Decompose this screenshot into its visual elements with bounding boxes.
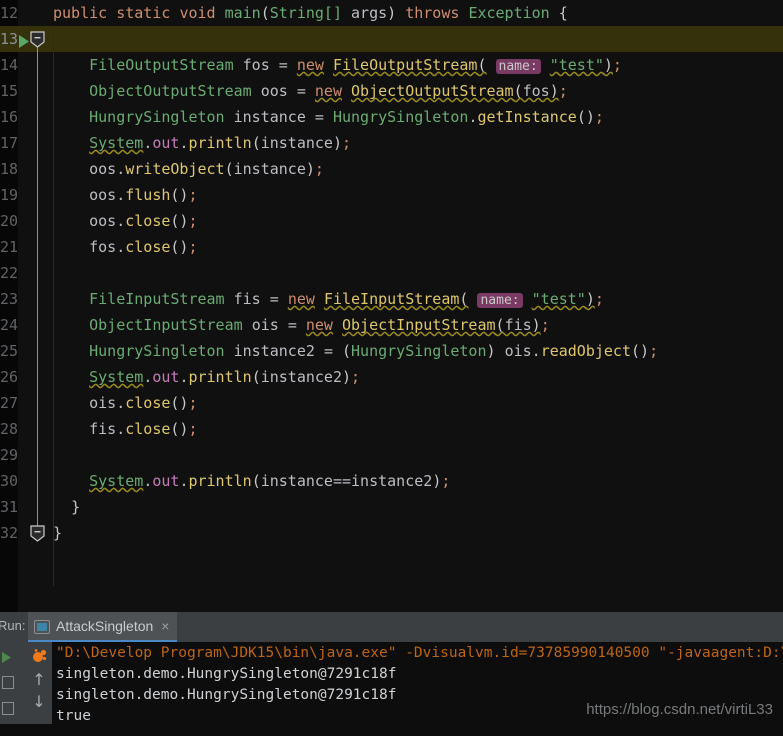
line-content: fis.close(); — [89, 420, 198, 438]
code-line-22[interactable]: 22 — [0, 260, 783, 286]
param-hint-name: name: — [495, 59, 541, 74]
code-line-13[interactable]: 13 — [0, 26, 783, 52]
line-content: FileOutputStream fos = new FileOutputStr… — [89, 56, 622, 74]
console-tab-attacksingleton[interactable]: AttackSingleton × — [28, 612, 178, 642]
line-number: 26 — [0, 368, 18, 386]
scroll-down-button[interactable]: ↓ — [32, 691, 45, 713]
line-number: 32 — [0, 524, 18, 542]
code-line-30[interactable]: 30 System.out.println(instance==instance… — [0, 468, 783, 494]
line-number: 12 — [0, 4, 18, 22]
line-number: 16 — [0, 108, 18, 126]
close-icon[interactable]: × — [161, 619, 169, 633]
line-number: 18 — [0, 160, 18, 178]
code-line-14[interactable]: 14 FileOutputStream fos = new FileOutput… — [0, 52, 783, 78]
line-content: ois.close(); — [89, 394, 198, 412]
line-number: 29 — [0, 446, 18, 464]
line-number: 17 — [0, 134, 18, 152]
line-content: public static void main(String[] args) t… — [53, 4, 568, 22]
line-number: 24 — [0, 316, 18, 334]
line-content: fos.close(); — [89, 238, 198, 256]
code-line-29[interactable]: 29 — [0, 442, 783, 468]
console-line: singleton.demo.HungrySingleton@7291c18f — [56, 666, 397, 682]
code-line-20[interactable]: 20 oos.close(); — [0, 208, 783, 234]
line-number: 14 — [0, 56, 18, 74]
line-number: 30 — [0, 472, 18, 490]
code-editor[interactable]: 12 public static void main(String[] args… — [0, 0, 783, 612]
line-content: oos.writeObject(instance); — [89, 160, 324, 178]
line-number: 21 — [0, 238, 18, 256]
line-content: ObjectOutputStream oos = new ObjectOutpu… — [89, 82, 568, 100]
line-content: System.out.println(instance); — [89, 134, 352, 152]
code-line-24[interactable]: 24 ObjectInputStream ois = new ObjectInp… — [0, 312, 783, 338]
code-line-19[interactable]: 19 oos.flush(); — [0, 182, 783, 208]
code-line-32[interactable]: 32 } — [0, 520, 783, 546]
code-line-18[interactable]: 18 oos.writeObject(instance); — [0, 156, 783, 182]
line-content: oos.flush(); — [89, 186, 198, 204]
fold-collapse-icon-bottom[interactable] — [30, 525, 45, 542]
code-line-16[interactable]: 16 HungrySingleton instance = HungrySing… — [0, 104, 783, 130]
line-content: ObjectInputStream ois = new ObjectInputS… — [89, 316, 550, 334]
line-content: System.out.println(instance==instance2); — [89, 472, 451, 490]
line-number: 28 — [0, 420, 18, 438]
watermark: https://blog.csdn.net/virtiL33 — [586, 701, 773, 718]
line-number: 25 — [0, 342, 18, 360]
line-number: 27 — [0, 394, 18, 412]
ide-window: 12 public static void main(String[] args… — [0, 0, 783, 736]
fold-region-line — [37, 40, 38, 532]
line-content: HungrySingleton instance = HungrySinglet… — [89, 108, 604, 126]
console-side-toolbar: ↑ ↓ — [0, 642, 52, 724]
line-content: FileInputStream fis = new FileInputStrea… — [89, 290, 604, 308]
console-line: "D:\Develop Program\JDK15\bin\java.exe" … — [56, 645, 783, 661]
line-content: oos.close(); — [89, 212, 198, 230]
rerun-profiler-icon[interactable] — [30, 647, 48, 669]
indent-guide — [53, 26, 54, 586]
line-content: } — [71, 498, 81, 516]
green-run-arrow-icon[interactable] — [2, 648, 11, 667]
code-line-12[interactable]: 12 public static void main(String[] args… — [0, 0, 783, 26]
code-line-26[interactable]: 26 System.out.println(instance2); — [0, 364, 783, 390]
console-tab-icon — [34, 619, 50, 634]
line-number: 15 — [0, 82, 18, 100]
console-left-strip[interactable] — [0, 642, 26, 724]
code-line-31[interactable]: 31 } — [0, 494, 783, 520]
code-line-25[interactable]: 25 HungrySingleton instance2 = (HungrySi… — [0, 338, 783, 364]
param-hint-name: name: — [477, 293, 523, 308]
run-green-triangle-icon[interactable] — [18, 33, 30, 48]
line-content: System.out.println(instance2); — [89, 368, 361, 386]
line-number: 23 — [0, 290, 18, 308]
code-line-21[interactable]: 21 fos.close(); — [0, 234, 783, 260]
line-number: 13 — [0, 30, 18, 48]
code-line-28[interactable]: 28 fis.close(); — [0, 416, 783, 442]
line-number: 31 — [0, 498, 18, 516]
code-line-27[interactable]: 27 ois.close(); — [0, 390, 783, 416]
console-run-actions[interactable]: ↑ ↓ — [26, 642, 52, 724]
line-content: } — [53, 524, 63, 542]
code-line-15[interactable]: 15 ObjectOutputStream oos = new ObjectOu… — [0, 78, 783, 104]
trash-icon[interactable] — [2, 702, 14, 715]
console-output[interactable]: "D:\Develop Program\JDK15\bin\java.exe" … — [52, 642, 783, 736]
scroll-up-button[interactable]: ↑ — [32, 669, 45, 691]
run-label: Run: — [0, 618, 26, 633]
line-number: 22 — [0, 264, 18, 282]
code-line-23[interactable]: 23 FileInputStream fis = new FileInputSt… — [0, 286, 783, 312]
code-lines[interactable]: 12 public static void main(String[] args… — [0, 0, 783, 612]
line-number: 19 — [0, 186, 18, 204]
line-number: 20 — [0, 212, 18, 230]
stop-square-icon[interactable] — [2, 676, 14, 689]
code-line-17[interactable]: 17 System.out.println(instance); — [0, 130, 783, 156]
run-tool-window-header: Run: AttackSingleton × — [0, 612, 783, 642]
console-tab-title: AttackSingleton — [56, 618, 154, 634]
fold-collapse-icon-top[interactable] — [30, 31, 45, 48]
line-content: HungrySingleton instance2 = (HungrySingl… — [89, 342, 659, 360]
